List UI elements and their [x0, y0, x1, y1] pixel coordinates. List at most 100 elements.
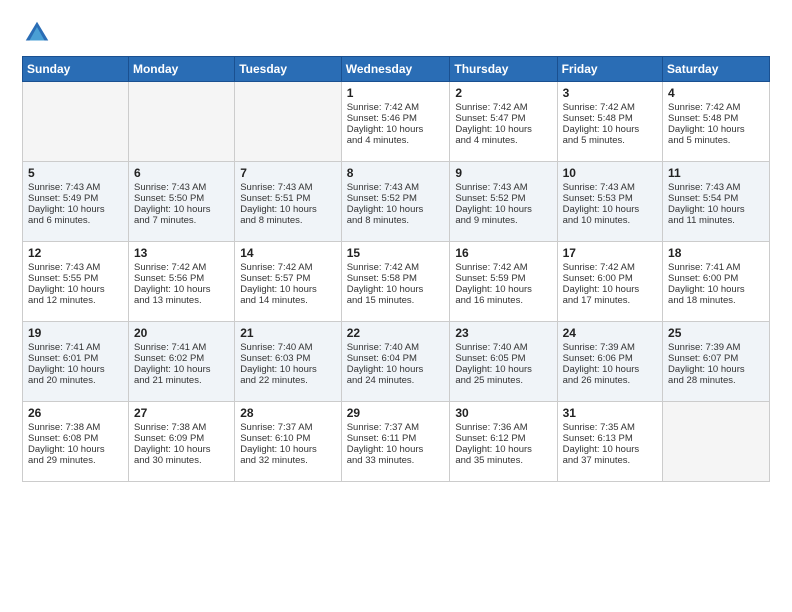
calendar-cell: 17Sunrise: 7:42 AMSunset: 6:00 PMDayligh…	[557, 242, 662, 322]
day-info: Sunrise: 7:38 AM	[134, 422, 229, 433]
day-number: 3	[563, 86, 657, 100]
day-info: Sunrise: 7:43 AM	[563, 182, 657, 193]
day-info: Daylight: 10 hours	[240, 284, 336, 295]
day-info: and 28 minutes.	[668, 375, 764, 386]
day-info: Daylight: 10 hours	[134, 444, 229, 455]
day-info: Daylight: 10 hours	[668, 124, 764, 135]
day-info: Daylight: 10 hours	[347, 204, 445, 215]
day-info: and 22 minutes.	[240, 375, 336, 386]
day-info: Daylight: 10 hours	[668, 284, 764, 295]
calendar-cell: 4Sunrise: 7:42 AMSunset: 5:48 PMDaylight…	[663, 82, 770, 162]
day-info: Sunset: 6:13 PM	[563, 433, 657, 444]
calendar-cell: 15Sunrise: 7:42 AMSunset: 5:58 PMDayligh…	[341, 242, 450, 322]
day-info: Daylight: 10 hours	[563, 284, 657, 295]
day-info: Sunrise: 7:41 AM	[668, 262, 764, 273]
day-info: and 6 minutes.	[28, 215, 123, 226]
weekday-header-monday: Monday	[128, 57, 234, 82]
day-info: Sunset: 5:52 PM	[455, 193, 551, 204]
day-info: and 35 minutes.	[455, 455, 551, 466]
day-info: and 21 minutes.	[134, 375, 229, 386]
day-info: and 7 minutes.	[134, 215, 229, 226]
day-info: Daylight: 10 hours	[134, 284, 229, 295]
calendar-cell: 16Sunrise: 7:42 AMSunset: 5:59 PMDayligh…	[450, 242, 557, 322]
day-info: Daylight: 10 hours	[668, 204, 764, 215]
weekday-header-saturday: Saturday	[663, 57, 770, 82]
day-info: Daylight: 10 hours	[455, 444, 551, 455]
day-info: Sunset: 6:00 PM	[668, 273, 764, 284]
calendar-cell: 19Sunrise: 7:41 AMSunset: 6:01 PMDayligh…	[23, 322, 129, 402]
calendar-week-2: 5Sunrise: 7:43 AMSunset: 5:49 PMDaylight…	[23, 162, 770, 242]
day-info: Sunset: 6:06 PM	[563, 353, 657, 364]
day-info: Daylight: 10 hours	[347, 364, 445, 375]
day-number: 31	[563, 406, 657, 420]
day-info: and 29 minutes.	[28, 455, 123, 466]
calendar: SundayMondayTuesdayWednesdayThursdayFrid…	[22, 56, 770, 482]
day-info: Sunset: 5:50 PM	[134, 193, 229, 204]
day-info: Daylight: 10 hours	[563, 204, 657, 215]
day-info: and 14 minutes.	[240, 295, 336, 306]
day-info: and 8 minutes.	[240, 215, 336, 226]
day-number: 8	[347, 166, 445, 180]
day-info: Sunrise: 7:35 AM	[563, 422, 657, 433]
logo	[22, 18, 56, 48]
calendar-cell: 14Sunrise: 7:42 AMSunset: 5:57 PMDayligh…	[235, 242, 342, 322]
day-info: Sunset: 6:12 PM	[455, 433, 551, 444]
day-info: Sunset: 5:48 PM	[563, 113, 657, 124]
day-info: Daylight: 10 hours	[563, 364, 657, 375]
calendar-cell: 20Sunrise: 7:41 AMSunset: 6:02 PMDayligh…	[128, 322, 234, 402]
day-info: and 11 minutes.	[668, 215, 764, 226]
day-info: Sunrise: 7:38 AM	[28, 422, 123, 433]
day-info: Sunset: 5:49 PM	[28, 193, 123, 204]
day-number: 17	[563, 246, 657, 260]
logo-icon	[22, 18, 52, 48]
day-info: Sunset: 6:03 PM	[240, 353, 336, 364]
calendar-cell	[128, 82, 234, 162]
day-info: Sunset: 6:04 PM	[347, 353, 445, 364]
day-info: and 4 minutes.	[455, 135, 551, 146]
day-info: Sunset: 6:00 PM	[563, 273, 657, 284]
day-info: Sunset: 6:02 PM	[134, 353, 229, 364]
day-info: Daylight: 10 hours	[347, 124, 445, 135]
calendar-cell: 7Sunrise: 7:43 AMSunset: 5:51 PMDaylight…	[235, 162, 342, 242]
day-number: 12	[28, 246, 123, 260]
day-number: 28	[240, 406, 336, 420]
day-info: Sunrise: 7:43 AM	[668, 182, 764, 193]
day-info: Sunset: 5:47 PM	[455, 113, 551, 124]
day-info: Sunrise: 7:41 AM	[134, 342, 229, 353]
calendar-cell: 2Sunrise: 7:42 AMSunset: 5:47 PMDaylight…	[450, 82, 557, 162]
day-info: Sunset: 5:56 PM	[134, 273, 229, 284]
day-info: and 4 minutes.	[347, 135, 445, 146]
calendar-cell: 25Sunrise: 7:39 AMSunset: 6:07 PMDayligh…	[663, 322, 770, 402]
day-info: Sunrise: 7:42 AM	[240, 262, 336, 273]
day-info: Sunrise: 7:40 AM	[347, 342, 445, 353]
calendar-cell: 30Sunrise: 7:36 AMSunset: 6:12 PMDayligh…	[450, 402, 557, 482]
day-number: 23	[455, 326, 551, 340]
day-info: and 8 minutes.	[347, 215, 445, 226]
weekday-header-sunday: Sunday	[23, 57, 129, 82]
day-info: Sunrise: 7:43 AM	[240, 182, 336, 193]
day-number: 16	[455, 246, 551, 260]
day-info: Sunrise: 7:41 AM	[28, 342, 123, 353]
day-number: 21	[240, 326, 336, 340]
weekday-header-row: SundayMondayTuesdayWednesdayThursdayFrid…	[23, 57, 770, 82]
calendar-cell: 1Sunrise: 7:42 AMSunset: 5:46 PMDaylight…	[341, 82, 450, 162]
day-info: Sunset: 5:53 PM	[563, 193, 657, 204]
day-info: Sunrise: 7:42 AM	[455, 262, 551, 273]
day-info: Daylight: 10 hours	[28, 364, 123, 375]
day-info: and 24 minutes.	[347, 375, 445, 386]
day-info: and 9 minutes.	[455, 215, 551, 226]
day-info: and 17 minutes.	[563, 295, 657, 306]
calendar-cell: 21Sunrise: 7:40 AMSunset: 6:03 PMDayligh…	[235, 322, 342, 402]
day-info: and 20 minutes.	[28, 375, 123, 386]
day-number: 20	[134, 326, 229, 340]
day-number: 18	[668, 246, 764, 260]
day-info: Sunset: 5:58 PM	[347, 273, 445, 284]
calendar-cell: 10Sunrise: 7:43 AMSunset: 5:53 PMDayligh…	[557, 162, 662, 242]
calendar-week-1: 1Sunrise: 7:42 AMSunset: 5:46 PMDaylight…	[23, 82, 770, 162]
day-info: Sunrise: 7:39 AM	[668, 342, 764, 353]
day-info: Sunrise: 7:37 AM	[240, 422, 336, 433]
day-number: 4	[668, 86, 764, 100]
day-info: Sunset: 5:48 PM	[668, 113, 764, 124]
day-info: Sunrise: 7:40 AM	[455, 342, 551, 353]
calendar-cell: 29Sunrise: 7:37 AMSunset: 6:11 PMDayligh…	[341, 402, 450, 482]
